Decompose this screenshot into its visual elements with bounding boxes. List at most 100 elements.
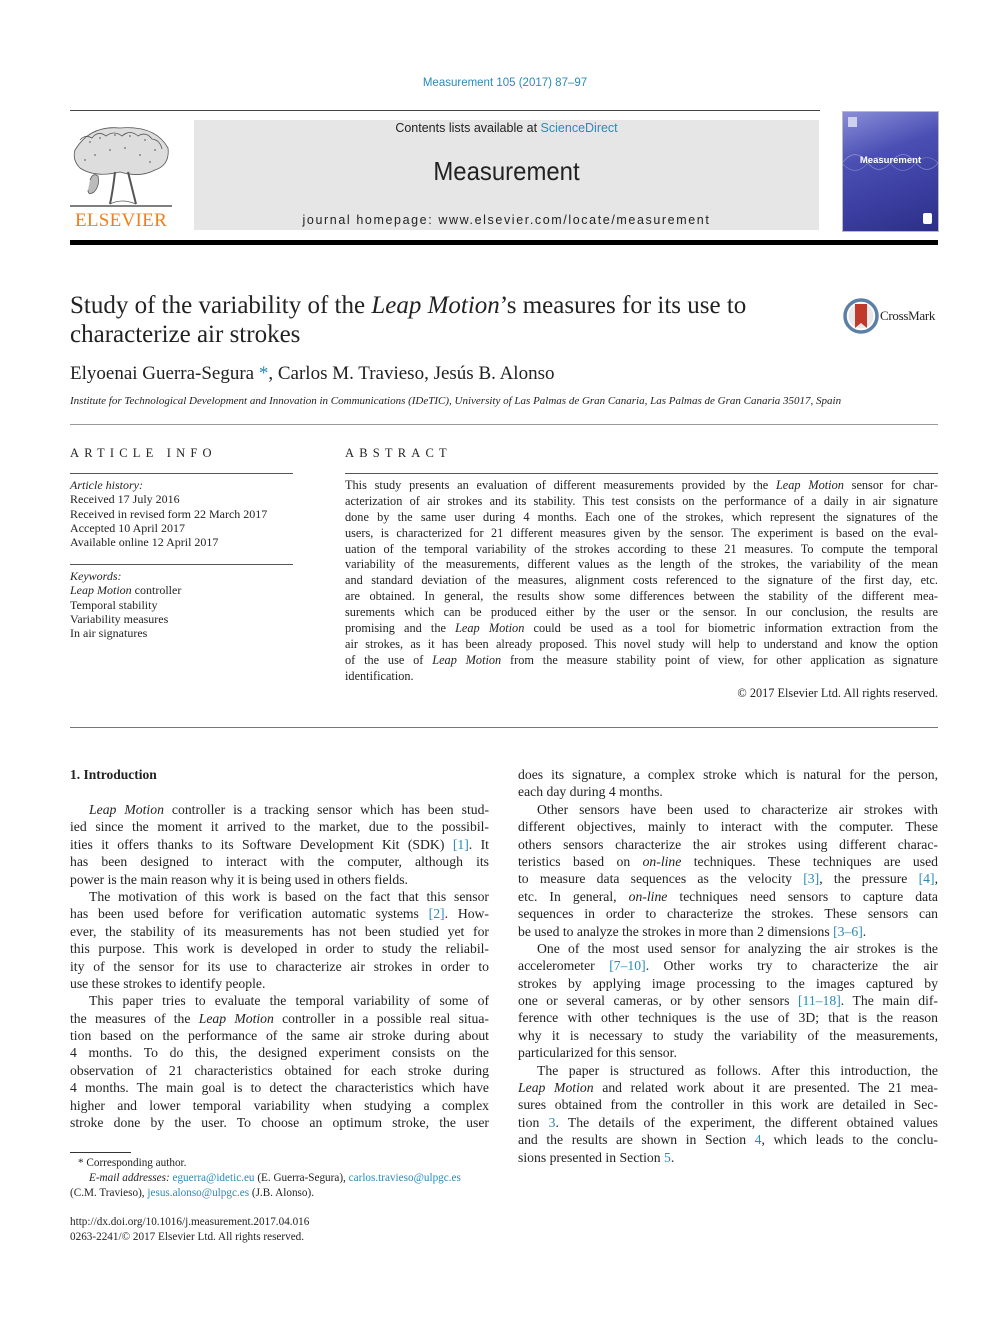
abstract-italic-term: Leap Motion (775, 478, 844, 492)
body-line: ities it offers thanks to its Software D… (70, 836, 489, 853)
body-text: why it is necessary to study the variabi… (518, 1027, 938, 1043)
body-text: . The main dif- (840, 993, 938, 1009)
email-link[interactable]: eguerra@idetic.eu (172, 1172, 254, 1184)
body-text: . (670, 1149, 675, 1165)
crossmark-label[interactable]: CrossMark (880, 308, 935, 324)
citation-link[interactable]: 5 (664, 1150, 671, 1165)
history-item: Accepted 10 April 2017 (70, 520, 185, 535)
body-text: has been designed to interact with the c… (70, 854, 489, 870)
citation-link[interactable]: [11–18] (798, 993, 841, 1008)
article-title: Study of the variability of the Leap Mot… (70, 291, 810, 349)
keyword-item: In air signatures (70, 626, 148, 641)
abstract-text: done by the same user during 4 months. E… (345, 509, 938, 524)
body-text: ity of the sensor for its use to charact… (70, 958, 489, 974)
keyword-item: Leap Motion controller (70, 583, 182, 598)
header-rule (70, 110, 820, 111)
body-text: , which leads to the conclu- (761, 1132, 938, 1148)
body-text: 4 months. To do this, the designed exper… (70, 1045, 489, 1061)
body-line: others sensors characterize the air stro… (518, 836, 938, 853)
citation-link[interactable]: [4] (919, 871, 935, 886)
abstract-text: surements which can be produced either b… (345, 605, 938, 620)
body-text: each day during 4 months. (518, 784, 663, 800)
email-link[interactable]: carlos.travieso@ulpgc.es (349, 1172, 461, 1184)
issn-copyright: 0263-2241/© 2017 Elsevier Ltd. All right… (70, 1231, 305, 1243)
keyword-item: Variability measures (70, 611, 169, 626)
footnote-rule (70, 1152, 131, 1153)
body-text: sures obtained from the controller in th… (518, 1097, 938, 1113)
italic-term: Leap Motion (518, 1080, 594, 1096)
abstract-text: could be used as a tool for biometric in… (524, 621, 939, 636)
body-text: , the pressure (819, 871, 919, 887)
body-text: the measures of the (70, 1010, 199, 1026)
body-text: observation of 21 characteristics obtain… (70, 1062, 489, 1078)
abstract-text: and standard deviation of the measures, … (345, 573, 938, 588)
body-text: , (934, 871, 938, 887)
abstract-text: This study presents an evaluation of dif… (345, 478, 776, 492)
abstract-line: This study presents an evaluation of dif… (345, 478, 938, 494)
journal-reference-link[interactable]: Measurement 105 (2017) 87–97 (0, 77, 992, 89)
body-line: Other sensors have been used to characte… (518, 801, 938, 818)
abstract-line: users, is characterized for 21 different… (345, 526, 938, 542)
abstract-italic-term: Leap Motion (455, 621, 525, 636)
body-line: teristics based on on-line techniques. T… (518, 853, 938, 870)
abstract-text: sensor for char- (843, 478, 938, 492)
article-info-rule (70, 473, 293, 474)
citation-link[interactable]: [7–10] (609, 958, 646, 973)
body-text: . How- (444, 906, 489, 922)
crossmark-button[interactable] (843, 298, 879, 334)
corresponding-author-mark[interactable]: * (259, 363, 269, 384)
citation-link[interactable]: [2] (429, 906, 445, 921)
keyword-item: Temporal stability (70, 597, 158, 612)
body-text: and related work about it are presented.… (593, 1080, 938, 1096)
abstract-body: This study presents an evaluation of dif… (345, 478, 938, 685)
italic-term: Leap Motion (198, 1010, 274, 1026)
abstract-italic-term: Leap Motion (432, 652, 502, 667)
body-text: stroke done by the user. To choose an op… (70, 1115, 489, 1131)
body-text: different objectives, mainly to interact… (518, 819, 938, 835)
body-text: . Other works try to characterize the ai… (645, 958, 938, 974)
body-text: higher and lower temporal variability wh… (70, 1097, 489, 1113)
body-line: ever, the stability of its measurements … (70, 923, 489, 940)
email-addresses: E-mail addresses: eguerra@idetic.eu (E. … (89, 1172, 461, 1184)
body-line: sions presented in Section 5. (518, 1149, 938, 1166)
journal-title: Measurement (433, 156, 580, 186)
contents-prefix: Contents lists available at (395, 121, 541, 135)
body-line: The paper is structured as follows. Afte… (518, 1062, 938, 1079)
body-line: tion based on the performance of the sam… (70, 1027, 489, 1044)
body-text: be used to analyze the strokes in more t… (518, 923, 834, 939)
abstract-line: done by the same user during 4 months. E… (345, 510, 938, 526)
abstract-text: variability of the measurements, differe… (345, 557, 938, 572)
abstract-line: promising and the Leap Motion could be u… (345, 621, 938, 637)
body-text: sions presented in Section (518, 1149, 664, 1165)
body-text: this purpose. This work is developed in … (70, 941, 489, 957)
body-text: others sensors characterize the air stro… (518, 836, 938, 852)
body-line: Leap Motion controller is a tracking sen… (70, 801, 489, 818)
body-text: controller in a possible real situa- (273, 1010, 489, 1026)
keywords-rule (70, 564, 293, 565)
sciencedirect-link[interactable]: ScienceDirect (541, 121, 618, 135)
citation-link[interactable]: [3] (803, 871, 819, 886)
cover-title: Measurement (859, 155, 922, 166)
citation-link[interactable]: 4 (755, 1132, 762, 1147)
doi-link[interactable]: http://dx.doi.org/10.1016/j.measurement.… (70, 1216, 309, 1228)
body-text: ities it offers thanks to its Software D… (70, 836, 453, 852)
abstract-text: air strokes, as it has been already prop… (345, 636, 938, 651)
body-text: tion (518, 1114, 549, 1130)
abstract-text: users, is characterized for 21 different… (345, 525, 938, 540)
author-list: Elyoenai Guerra-Segura *, Carlos M. Trav… (70, 363, 554, 385)
keywords: Keywords: Leap Motion controller Tempora… (70, 569, 181, 640)
abstract-text: acterization of air strokes and its stab… (345, 493, 938, 508)
email-link[interactable]: jesus.alonso@ulpgc.es (147, 1187, 249, 1199)
abstract-line: uation of the temporal variability of th… (345, 542, 938, 558)
body-line: accelerometer [7–10]. Other works try to… (518, 957, 938, 974)
author-name: Carlos M. Travieso (277, 363, 425, 384)
intro-column-1: Leap Motion controller is a tracking sen… (70, 801, 489, 1131)
abstract-text: identification. (345, 668, 414, 683)
journal-homepage[interactable]: journal homepage: www.elsevier.com/locat… (194, 213, 819, 227)
body-line: does its signature, a complex stroke whi… (518, 766, 938, 783)
body-line: Leap Motion and related work about it ar… (518, 1079, 938, 1096)
citation-link[interactable]: [1] (453, 837, 469, 852)
body-line: stroke done by the user. To choose an op… (70, 1114, 489, 1131)
body-line: the measures of the Leap Motion controll… (70, 1010, 489, 1027)
citation-link[interactable]: [3–6] (833, 924, 863, 939)
